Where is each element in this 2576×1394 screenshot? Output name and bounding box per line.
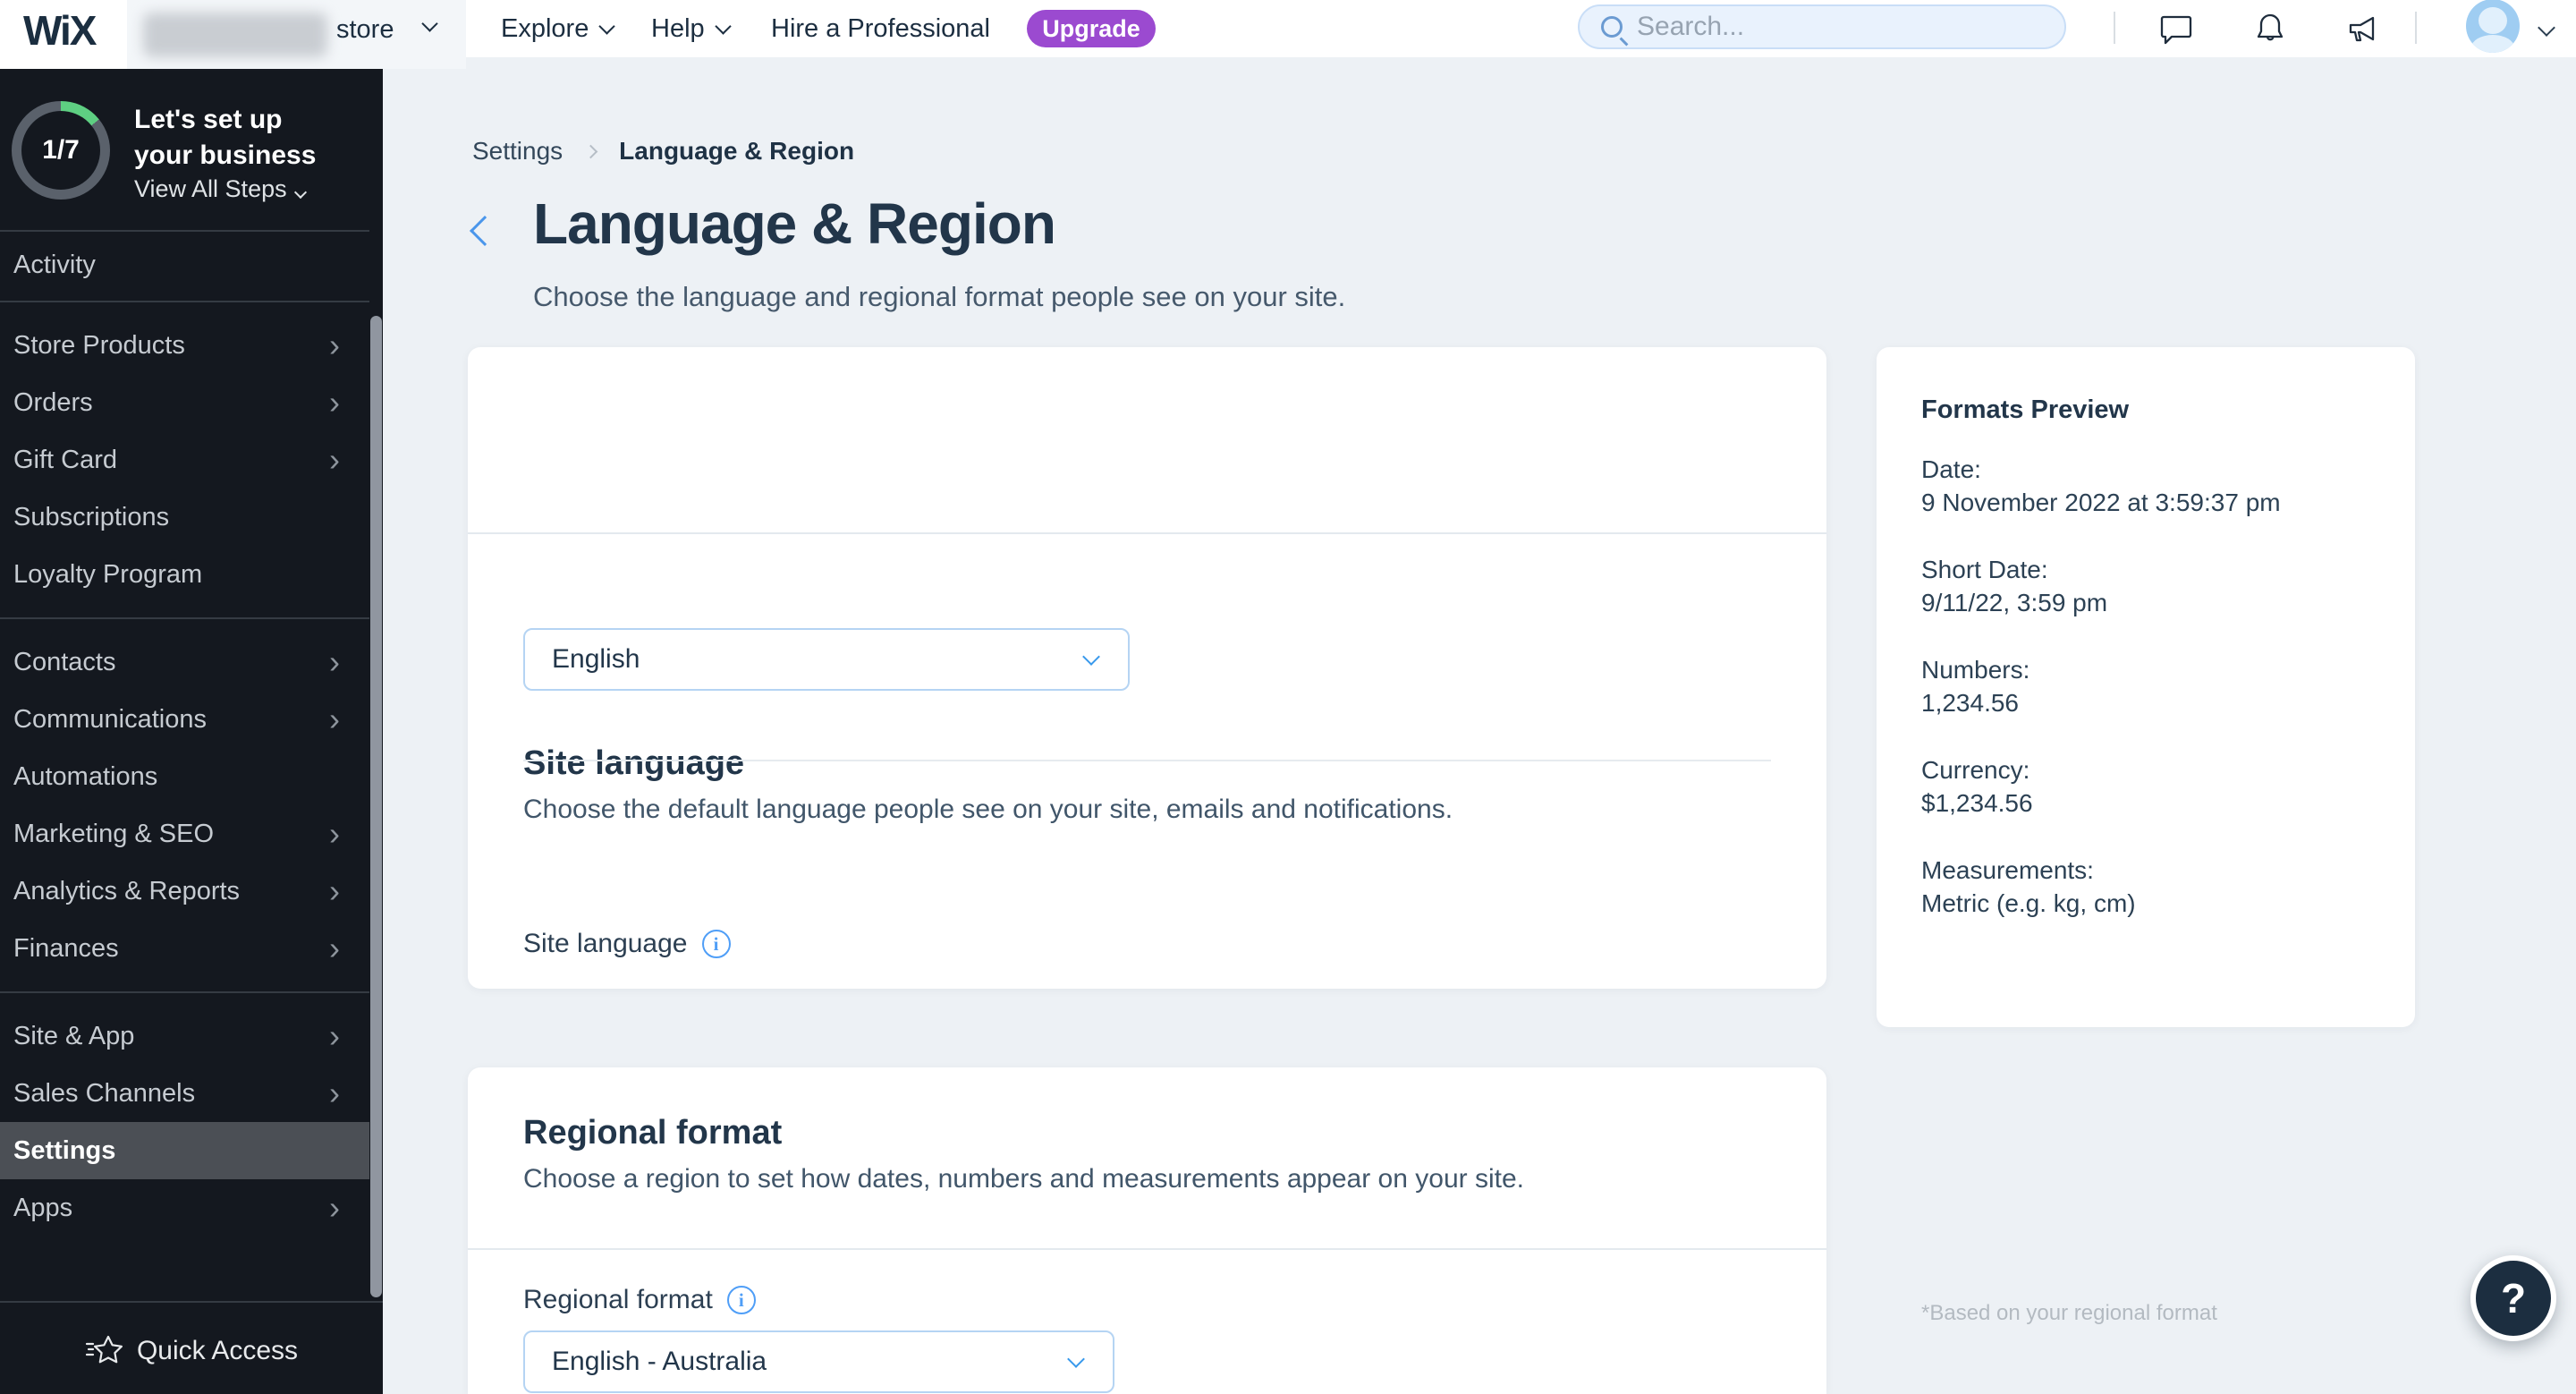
regional-format-select[interactable]: English - Australia — [523, 1330, 1114, 1393]
sidebar-item-subscriptions[interactable]: Subscriptions — [0, 489, 383, 546]
card-divider — [468, 1248, 1826, 1250]
back-button[interactable] — [470, 216, 500, 246]
site-language-select[interactable]: English — [523, 628, 1130, 691]
formats-preview-entries: Date:9 November 2022 at 3:59:37 pm Short … — [1921, 453, 2379, 954]
card-description: Choose a region to set how dates, number… — [523, 1164, 1524, 1194]
setup-progress-widget[interactable]: 1/7 Let's set up your business View All … — [0, 69, 383, 230]
sidebar-item-activity[interactable]: Activity — [0, 230, 383, 301]
card-heading: Regional format — [523, 1114, 782, 1152]
formats-preview-heading: Formats Preview — [1921, 395, 2129, 425]
breadcrumb: Settings Language & Region — [472, 137, 854, 166]
format-entry: Currency:$1,234.56 — [1921, 753, 2379, 820]
info-icon[interactable]: i — [702, 930, 731, 958]
account-avatar[interactable] — [2466, 0, 2520, 53]
sidebar-item-gift-card[interactable]: Gift Card› — [0, 431, 383, 489]
sidebar-item-apps[interactable]: Apps› — [0, 1179, 383, 1237]
sidebar: 1/7 Let's set up your business View All … — [0, 69, 383, 1394]
quick-access-button[interactable]: Quick Access — [0, 1320, 383, 1382]
header-divider — [2415, 12, 2417, 44]
site-language-card: Site language Choose the default languag… — [468, 347, 1826, 989]
progress-count: 1/7 — [21, 111, 100, 190]
page-subtitle: Choose the language and regional format … — [533, 281, 1345, 313]
sidebar-menu: Store Products›Orders›Gift Card›Subscrip… — [0, 317, 383, 1237]
breadcrumb-current: Language & Region — [619, 137, 854, 166]
wix-logo[interactable]: WiX — [23, 6, 95, 55]
store-name-suffix: store — [336, 15, 394, 45]
nav-hire-a-professional[interactable]: Hire a Professional — [771, 0, 990, 57]
nav-explore[interactable]: Explore — [501, 0, 613, 57]
chevron-down-icon — [421, 15, 437, 31]
chevron-down-icon — [599, 18, 615, 34]
announcements-megaphone-icon[interactable] — [2342, 9, 2381, 48]
header-gap — [0, 57, 127, 69]
format-entry: Numbers:1,234.56 — [1921, 653, 2379, 719]
breadcrumb-settings[interactable]: Settings — [472, 137, 563, 166]
regional-format-label: Regional format i — [523, 1285, 756, 1315]
view-all-steps-link[interactable]: View All Steps — [134, 175, 305, 203]
chevron-down-icon — [1082, 648, 1100, 666]
quick-access-star-icon — [85, 1333, 124, 1369]
format-entry: Short Date:9/11/22, 3:59 pm — [1921, 553, 2379, 619]
site-language-label: Site language i — [523, 929, 731, 959]
sidebar-divider — [0, 1301, 383, 1303]
header-divider — [2114, 12, 2115, 44]
format-entry: Date:9 November 2022 at 3:59:37 pm — [1921, 453, 2379, 519]
sidebar-item-loyalty-program[interactable]: Loyalty Program — [0, 546, 383, 603]
chevron-down-icon — [1067, 1350, 1085, 1368]
info-icon[interactable]: i — [727, 1286, 756, 1314]
notifications-bell-icon[interactable] — [2250, 9, 2290, 48]
sidebar-item-marketing-seo[interactable]: Marketing & SEO› — [0, 805, 383, 863]
card-divider — [468, 532, 1826, 534]
sidebar-item-store-products[interactable]: Store Products› — [0, 317, 383, 374]
help-button[interactable]: ? — [2470, 1255, 2556, 1341]
search-bar[interactable] — [1578, 4, 2066, 49]
redacted-store-name — [143, 13, 327, 57]
sidebar-item-communications[interactable]: Communications› — [0, 691, 383, 748]
setup-title: Let's set up your business — [134, 102, 340, 174]
formats-preview-footnote: *Based on your regional format — [1921, 1301, 2217, 1326]
chat-messages-icon[interactable] — [2157, 9, 2196, 48]
page-title: Language & Region — [533, 191, 1055, 257]
sidebar-item-automations[interactable]: Automations — [0, 748, 383, 805]
chevron-down-icon — [715, 18, 731, 34]
upgrade-button[interactable]: Upgrade — [1027, 10, 1156, 47]
search-icon — [1601, 16, 1623, 38]
sidebar-item-site-app[interactable]: Site & App› — [0, 1007, 383, 1065]
search-input[interactable] — [1637, 12, 2064, 42]
sidebar-scrollbar[interactable] — [370, 316, 382, 1297]
regional-format-card: Regional format Choose a region to set h… — [468, 1067, 1826, 1394]
sidebar-item-sales-channels[interactable]: Sales Channels› — [0, 1065, 383, 1122]
chevron-right-icon — [584, 144, 598, 158]
site-switcher[interactable]: store — [127, 0, 466, 69]
formats-preview-card: Formats Preview Date:9 November 2022 at … — [1877, 347, 2415, 1027]
sidebar-item-contacts[interactable]: Contacts› — [0, 633, 383, 691]
sidebar-divider — [0, 977, 383, 1007]
sidebar-divider — [0, 603, 383, 633]
card-divider — [523, 760, 1771, 761]
sidebar-item-finances[interactable]: Finances› — [0, 920, 383, 977]
progress-ring: 1/7 — [12, 101, 110, 200]
nav-help[interactable]: Help — [651, 0, 729, 57]
sidebar-item-settings[interactable]: Settings — [0, 1122, 369, 1179]
chevron-right-icon — [294, 186, 307, 199]
format-entry: Measurements:Metric (e.g. kg, cm) — [1921, 854, 2379, 920]
card-description: Choose the default language people see o… — [523, 795, 1453, 825]
card-heading: Site language — [523, 744, 744, 783]
sidebar-item-orders[interactable]: Orders› — [0, 374, 383, 431]
sidebar-item-analytics-reports[interactable]: Analytics & Reports› — [0, 863, 383, 920]
